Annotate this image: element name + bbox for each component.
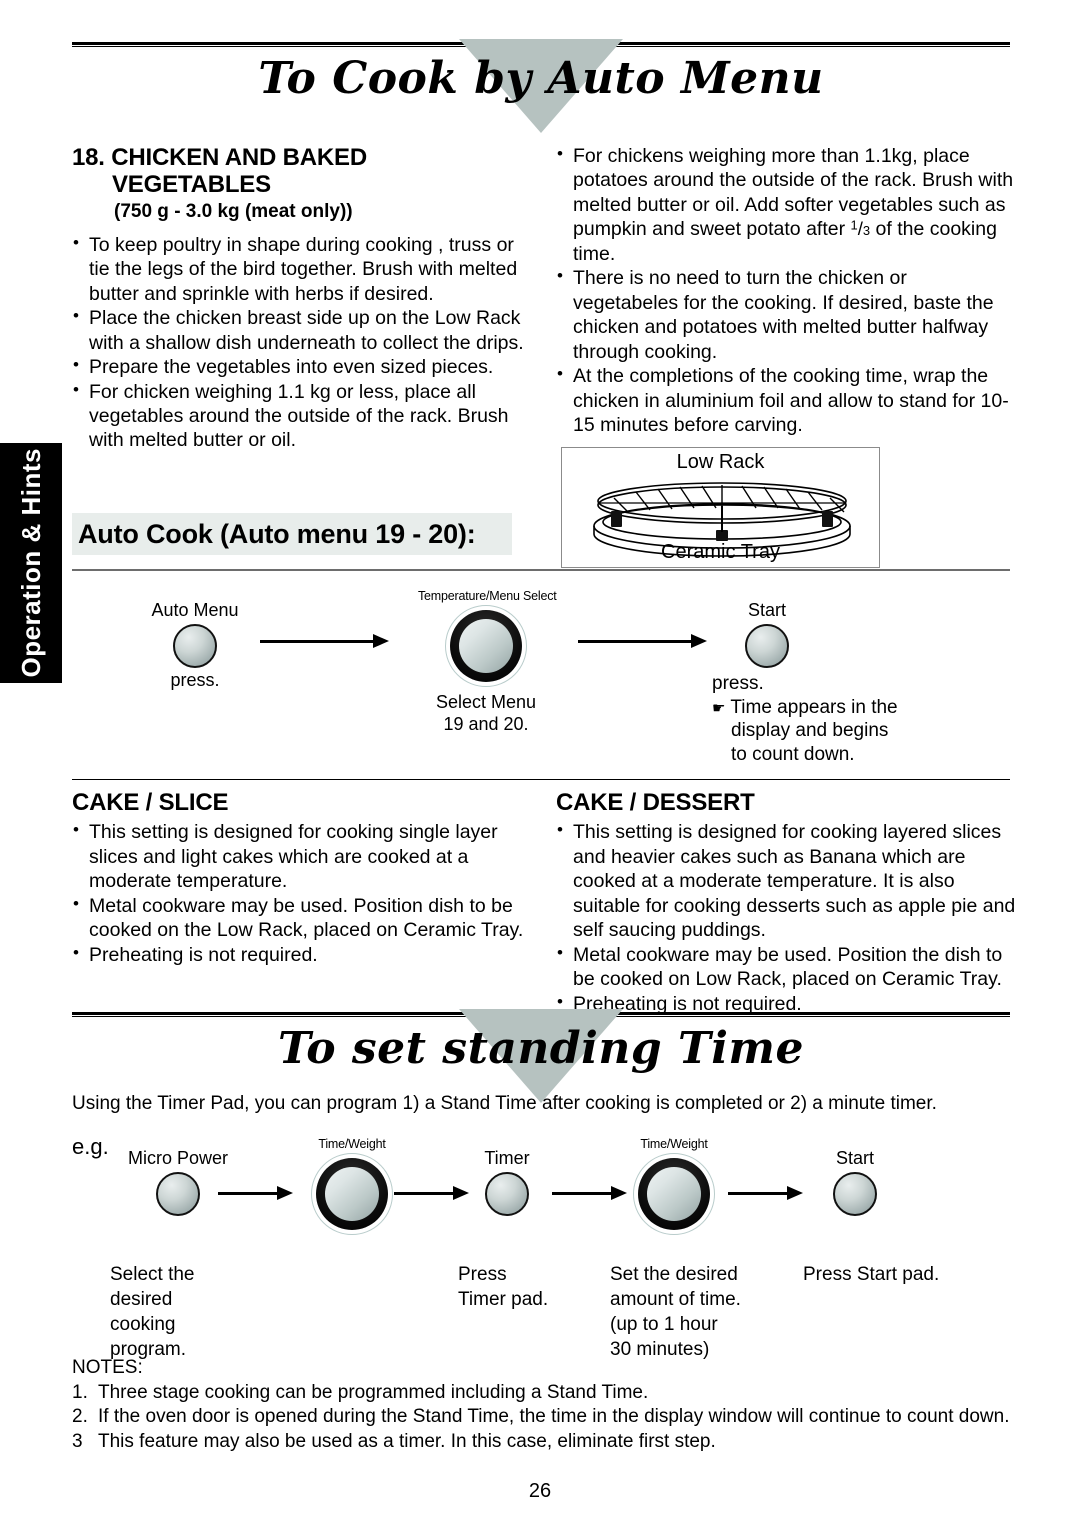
page-title-standing-time: To set standing Time xyxy=(278,1022,804,1074)
list-item: For chickens weighing more than 1.1kg, p… xyxy=(556,143,1016,266)
notes-list: 1. Three stage cooking can be programmed … xyxy=(72,1381,1022,1454)
flow-step-auto-menu: Auto Menu press. xyxy=(140,600,250,691)
list-item: This setting is designed for cooking sin… xyxy=(72,819,527,893)
list-item: At the completions of the cooking time, … xyxy=(556,363,1016,437)
dial-face xyxy=(325,1167,379,1221)
start-caption-line1: press. xyxy=(712,672,764,694)
ceramic-tray-label: Ceramic Tray xyxy=(661,541,780,563)
chicken-notes-bullet-list: For chickens weighing more than 1.1kg, p… xyxy=(556,143,1016,438)
note-number: 2. xyxy=(72,1406,88,1428)
start-caption-line2: ☛ Time appears in the xyxy=(712,696,898,720)
start-caption-text1: Time appears in the xyxy=(730,696,898,718)
flow-step-timer: Timer xyxy=(452,1148,562,1218)
chicken-notes-section: For chickens weighing more than 1.1kg, p… xyxy=(556,143,1016,438)
banner-standing-time: To set standing Time xyxy=(72,1009,1010,1103)
micro-power-button-label: Micro Power xyxy=(127,1148,229,1168)
list-item: Metal cookware may be used. Position the… xyxy=(556,942,1016,992)
flow-step-time-weight-2: Time/Weight xyxy=(610,1137,738,1236)
chicken-heading-line2: VEGETABLES xyxy=(112,171,271,199)
cake-dessert-bullet-list: This setting is designed for cooking lay… xyxy=(556,819,1016,1016)
timer-button[interactable] xyxy=(485,1171,529,1216)
list-item: To keep poultry in shape during cooking … xyxy=(72,232,527,306)
note-text: This feature may also be used as a timer… xyxy=(98,1430,716,1452)
divider-above-cake-sections xyxy=(72,779,1010,780)
list-item: This setting is designed for cooking lay… xyxy=(556,819,1016,942)
start-button[interactable] xyxy=(745,623,789,668)
select-menu-caption-line1: Select Menu xyxy=(435,692,537,712)
note-number: 3 xyxy=(72,1430,83,1452)
temperature-menu-select-dial[interactable] xyxy=(445,605,527,687)
notes-heading: NOTES: xyxy=(72,1357,143,1378)
cake-slice-heading: CAKE / SLICE xyxy=(72,789,229,816)
start-button-label: Start xyxy=(747,600,786,620)
caption-select-program: Select the desired cooking program. xyxy=(110,1264,195,1361)
cake-slice-bullet-list: This setting is designed for cooking sin… xyxy=(72,819,527,967)
pointing-hand-icon: ☛ xyxy=(712,699,726,717)
flow-arrow-6 xyxy=(728,1186,804,1200)
list-item: 3 This feature may also be used as a time… xyxy=(72,1430,1022,1454)
list-item: 2. If the oven door is opened during the … xyxy=(72,1405,1022,1429)
chicken-section: 18. CHICKEN AND BAKED VEGETABLES (750 g … xyxy=(72,144,527,453)
list-item: 1. Three stage cooking can be programmed … xyxy=(72,1381,1022,1405)
standing-time-intro: Using the Timer Pad, you can program 1) … xyxy=(72,1093,937,1114)
flow-step-start: Start press. ☛ Time appears in the displ… xyxy=(712,600,898,767)
micro-power-button[interactable] xyxy=(156,1171,200,1216)
cake-slice-section: CAKE / SLICE This setting is designed fo… xyxy=(72,789,527,967)
select-menu-caption-line2: 19 and 20. xyxy=(443,713,529,734)
flow-arrow-2 xyxy=(578,634,708,648)
flow-step-micro-power: Micro Power xyxy=(112,1148,244,1218)
auto-menu-button-label: Auto Menu xyxy=(151,600,239,620)
time-weight-dial-label-1: Time/Weight xyxy=(318,1137,386,1151)
standing-time-flow-diagram: e.g. Micro Power Time/Weight Timer Time/… xyxy=(0,1128,1080,1258)
fraction-one-third: 1/3 xyxy=(850,217,871,240)
caption-set-time: Set the desired amount of time. (up to 1… xyxy=(610,1264,741,1361)
list-item: For chicken weighing 1.1 kg or less, pla… xyxy=(72,379,527,453)
cake-dessert-section: CAKE / DESSERT This setting is designed … xyxy=(556,789,1016,1016)
start-button-label-2: Start xyxy=(835,1148,874,1168)
timer-button-label: Timer xyxy=(484,1148,530,1168)
flow-arrow-3 xyxy=(218,1186,294,1200)
temperature-menu-select-dial-label: Temperature/Menu Select xyxy=(418,589,557,603)
auto-menu-button[interactable] xyxy=(173,623,217,668)
chicken-weight-range: (750 g - 3.0 kg (meat only)) xyxy=(114,200,353,222)
list-item: Prepare the vegetables into even sized p… xyxy=(72,354,527,379)
note-text: Three stage cooking can be programmed in… xyxy=(98,1382,649,1403)
caption-press-start: Press Start pad. xyxy=(803,1264,940,1285)
caption-press-timer: Press Timer pad. xyxy=(458,1264,549,1311)
list-item: Metal cookware may be used. Position dis… xyxy=(72,893,527,943)
chicken-heading-line1: 18. CHICKEN AND BAKED xyxy=(72,144,367,171)
divider-under-auto-cook xyxy=(72,569,1010,571)
page-number: 26 xyxy=(528,1480,552,1502)
dial-face xyxy=(459,619,513,673)
time-weight-dial-label-2: Time/Weight xyxy=(640,1137,708,1151)
cake-dessert-heading: CAKE / DESSERT xyxy=(556,789,755,816)
time-weight-dial-2[interactable] xyxy=(633,1153,715,1235)
time-weight-dial-1[interactable] xyxy=(311,1153,393,1235)
auto-cook-heading-label: Auto Cook (Auto menu 19 - 20): xyxy=(78,518,476,549)
low-rack-diagram: Low Rack Ceramic Tray xyxy=(561,447,880,568)
notes-section: NOTES: 1. Three stage cooking can be prog… xyxy=(72,1357,1022,1454)
flow-step-temperature-menu-select: Temperature/Menu Select Select Menu 19 a… xyxy=(418,589,557,735)
dial-face xyxy=(647,1167,701,1221)
eg-label: e.g. xyxy=(72,1134,109,1159)
auto-menu-action-label: press. xyxy=(170,669,220,690)
start-button-2[interactable] xyxy=(833,1171,877,1216)
manual-page: Operation & Hints To Cook by Auto Menu 1… xyxy=(0,0,1080,1526)
fraction-numerator: 1 xyxy=(850,217,858,233)
chicken-bullet-list: To keep poultry in shape during cooking … xyxy=(72,232,527,453)
list-item: Place the chicken breast side up on the … xyxy=(72,305,527,355)
auto-cook-heading: Auto Cook (Auto menu 19 - 20): xyxy=(72,513,512,555)
flow-arrow-1 xyxy=(260,634,390,648)
chicken-heading: 18. CHICKEN AND BAKED VEGETABLES xyxy=(72,144,527,199)
page-title-auto-menu: To Cook by Auto Menu xyxy=(258,52,824,104)
auto-cook-flow-diagram: Auto Menu press. Temperature/Menu Select… xyxy=(0,586,1080,766)
note-text: If the oven door is opened during the St… xyxy=(98,1406,1010,1428)
flow-step-start-2: Start xyxy=(800,1148,910,1218)
list-item: Preheating is not required. xyxy=(72,942,527,967)
banner-auto-menu: To Cook by Auto Menu xyxy=(72,39,1010,133)
start-caption-line3: display and begins xyxy=(731,720,889,742)
start-caption-line4: to count down. xyxy=(731,744,855,766)
list-item: There is no need to turn the chicken or … xyxy=(556,265,1016,364)
note-number: 1. xyxy=(72,1382,88,1403)
